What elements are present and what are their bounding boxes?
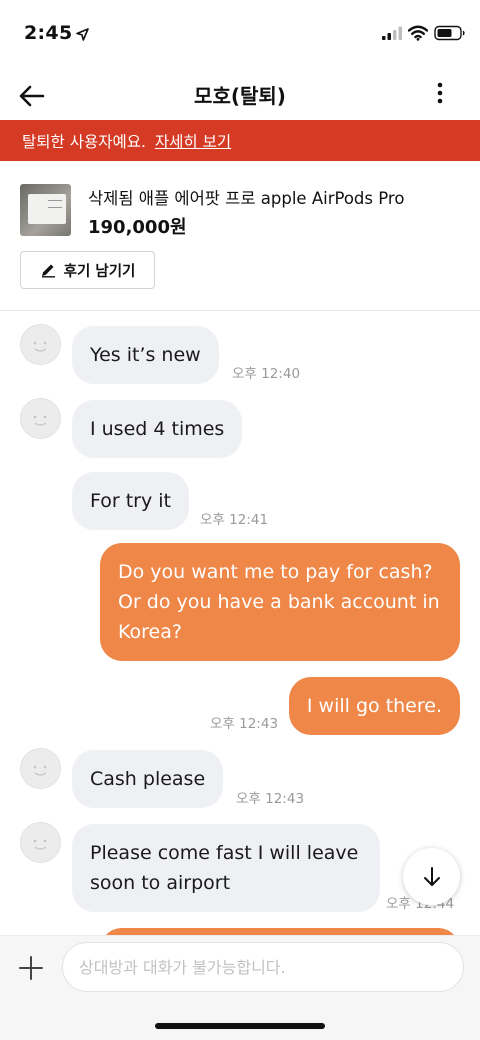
message-time: 오후 12:40 bbox=[232, 366, 301, 382]
message-time: 오후 12:41 bbox=[200, 512, 269, 528]
default-avatar-icon bbox=[33, 839, 47, 850]
page-title: 모호(탈퇴) bbox=[194, 84, 286, 108]
home-indicator bbox=[155, 1023, 325, 1029]
product-info: 삭제됨 애플 에어팟 프로 apple AirPods Pro 190,000원… bbox=[0, 161, 480, 311]
avatar[interactable] bbox=[20, 822, 61, 863]
location-arrow-icon bbox=[76, 28, 89, 41]
message-bubble-incoming[interactable]: Yes it’s new bbox=[72, 326, 219, 384]
withdrawn-user-banner: 탈퇴한 사용자예요. 자세히 보기 bbox=[0, 120, 480, 161]
message-time: 오후 12:43 bbox=[210, 716, 279, 732]
default-avatar-icon bbox=[33, 765, 47, 776]
message-bubble-incoming[interactable]: Please come fast I will leave soon to ai… bbox=[72, 824, 380, 912]
cellular-signal-icon bbox=[382, 26, 402, 40]
banner-details-link[interactable]: 자세히 보기 bbox=[155, 133, 231, 151]
status-time: 2:45 bbox=[24, 22, 73, 44]
chat-messages[interactable]: Yes it’s new 오후 12:40 I used 4 times For… bbox=[0, 312, 480, 935]
status-bar: 2:45 bbox=[0, 0, 480, 70]
chat-header: 모호(탈퇴) bbox=[0, 70, 480, 120]
plus-icon[interactable] bbox=[18, 955, 44, 981]
message-input[interactable] bbox=[62, 942, 464, 992]
product-price: 190,000원 bbox=[88, 217, 187, 238]
message-time: 오후 12:43 bbox=[236, 791, 305, 807]
banner-text: 탈퇴한 사용자예요. bbox=[22, 133, 146, 151]
more-options-icon[interactable] bbox=[430, 80, 450, 108]
wifi-icon bbox=[408, 25, 428, 41]
battery-icon bbox=[434, 25, 465, 41]
default-avatar-icon bbox=[33, 415, 47, 426]
arrow-down-icon bbox=[423, 866, 440, 886]
avatar[interactable] bbox=[20, 398, 61, 439]
product-thumbnail[interactable] bbox=[20, 184, 71, 236]
default-avatar-icon bbox=[33, 341, 47, 352]
review-button-label: 후기 남기기 bbox=[63, 263, 136, 280]
scroll-to-bottom-button[interactable] bbox=[403, 848, 460, 905]
write-review-button[interactable]: 후기 남기기 bbox=[20, 251, 155, 289]
message-bubble-outgoing-partial bbox=[100, 928, 460, 935]
product-name: 삭제됨 애플 에어팟 프로 apple AirPods Pro bbox=[88, 189, 405, 208]
message-bubble-outgoing[interactable]: I will go there. bbox=[288, 677, 460, 735]
message-input-bar bbox=[0, 935, 480, 1040]
message-bubble-incoming[interactable]: For try it bbox=[72, 472, 190, 530]
message-bubble-incoming[interactable]: I used 4 times bbox=[72, 400, 243, 458]
pencil-icon bbox=[41, 264, 55, 278]
avatar[interactable] bbox=[20, 748, 61, 789]
message-bubble-incoming[interactable]: Cash please bbox=[72, 750, 224, 808]
avatar[interactable] bbox=[20, 324, 61, 365]
message-bubble-outgoing[interactable]: Do you want me to pay for cash? Or do yo… bbox=[100, 543, 460, 661]
